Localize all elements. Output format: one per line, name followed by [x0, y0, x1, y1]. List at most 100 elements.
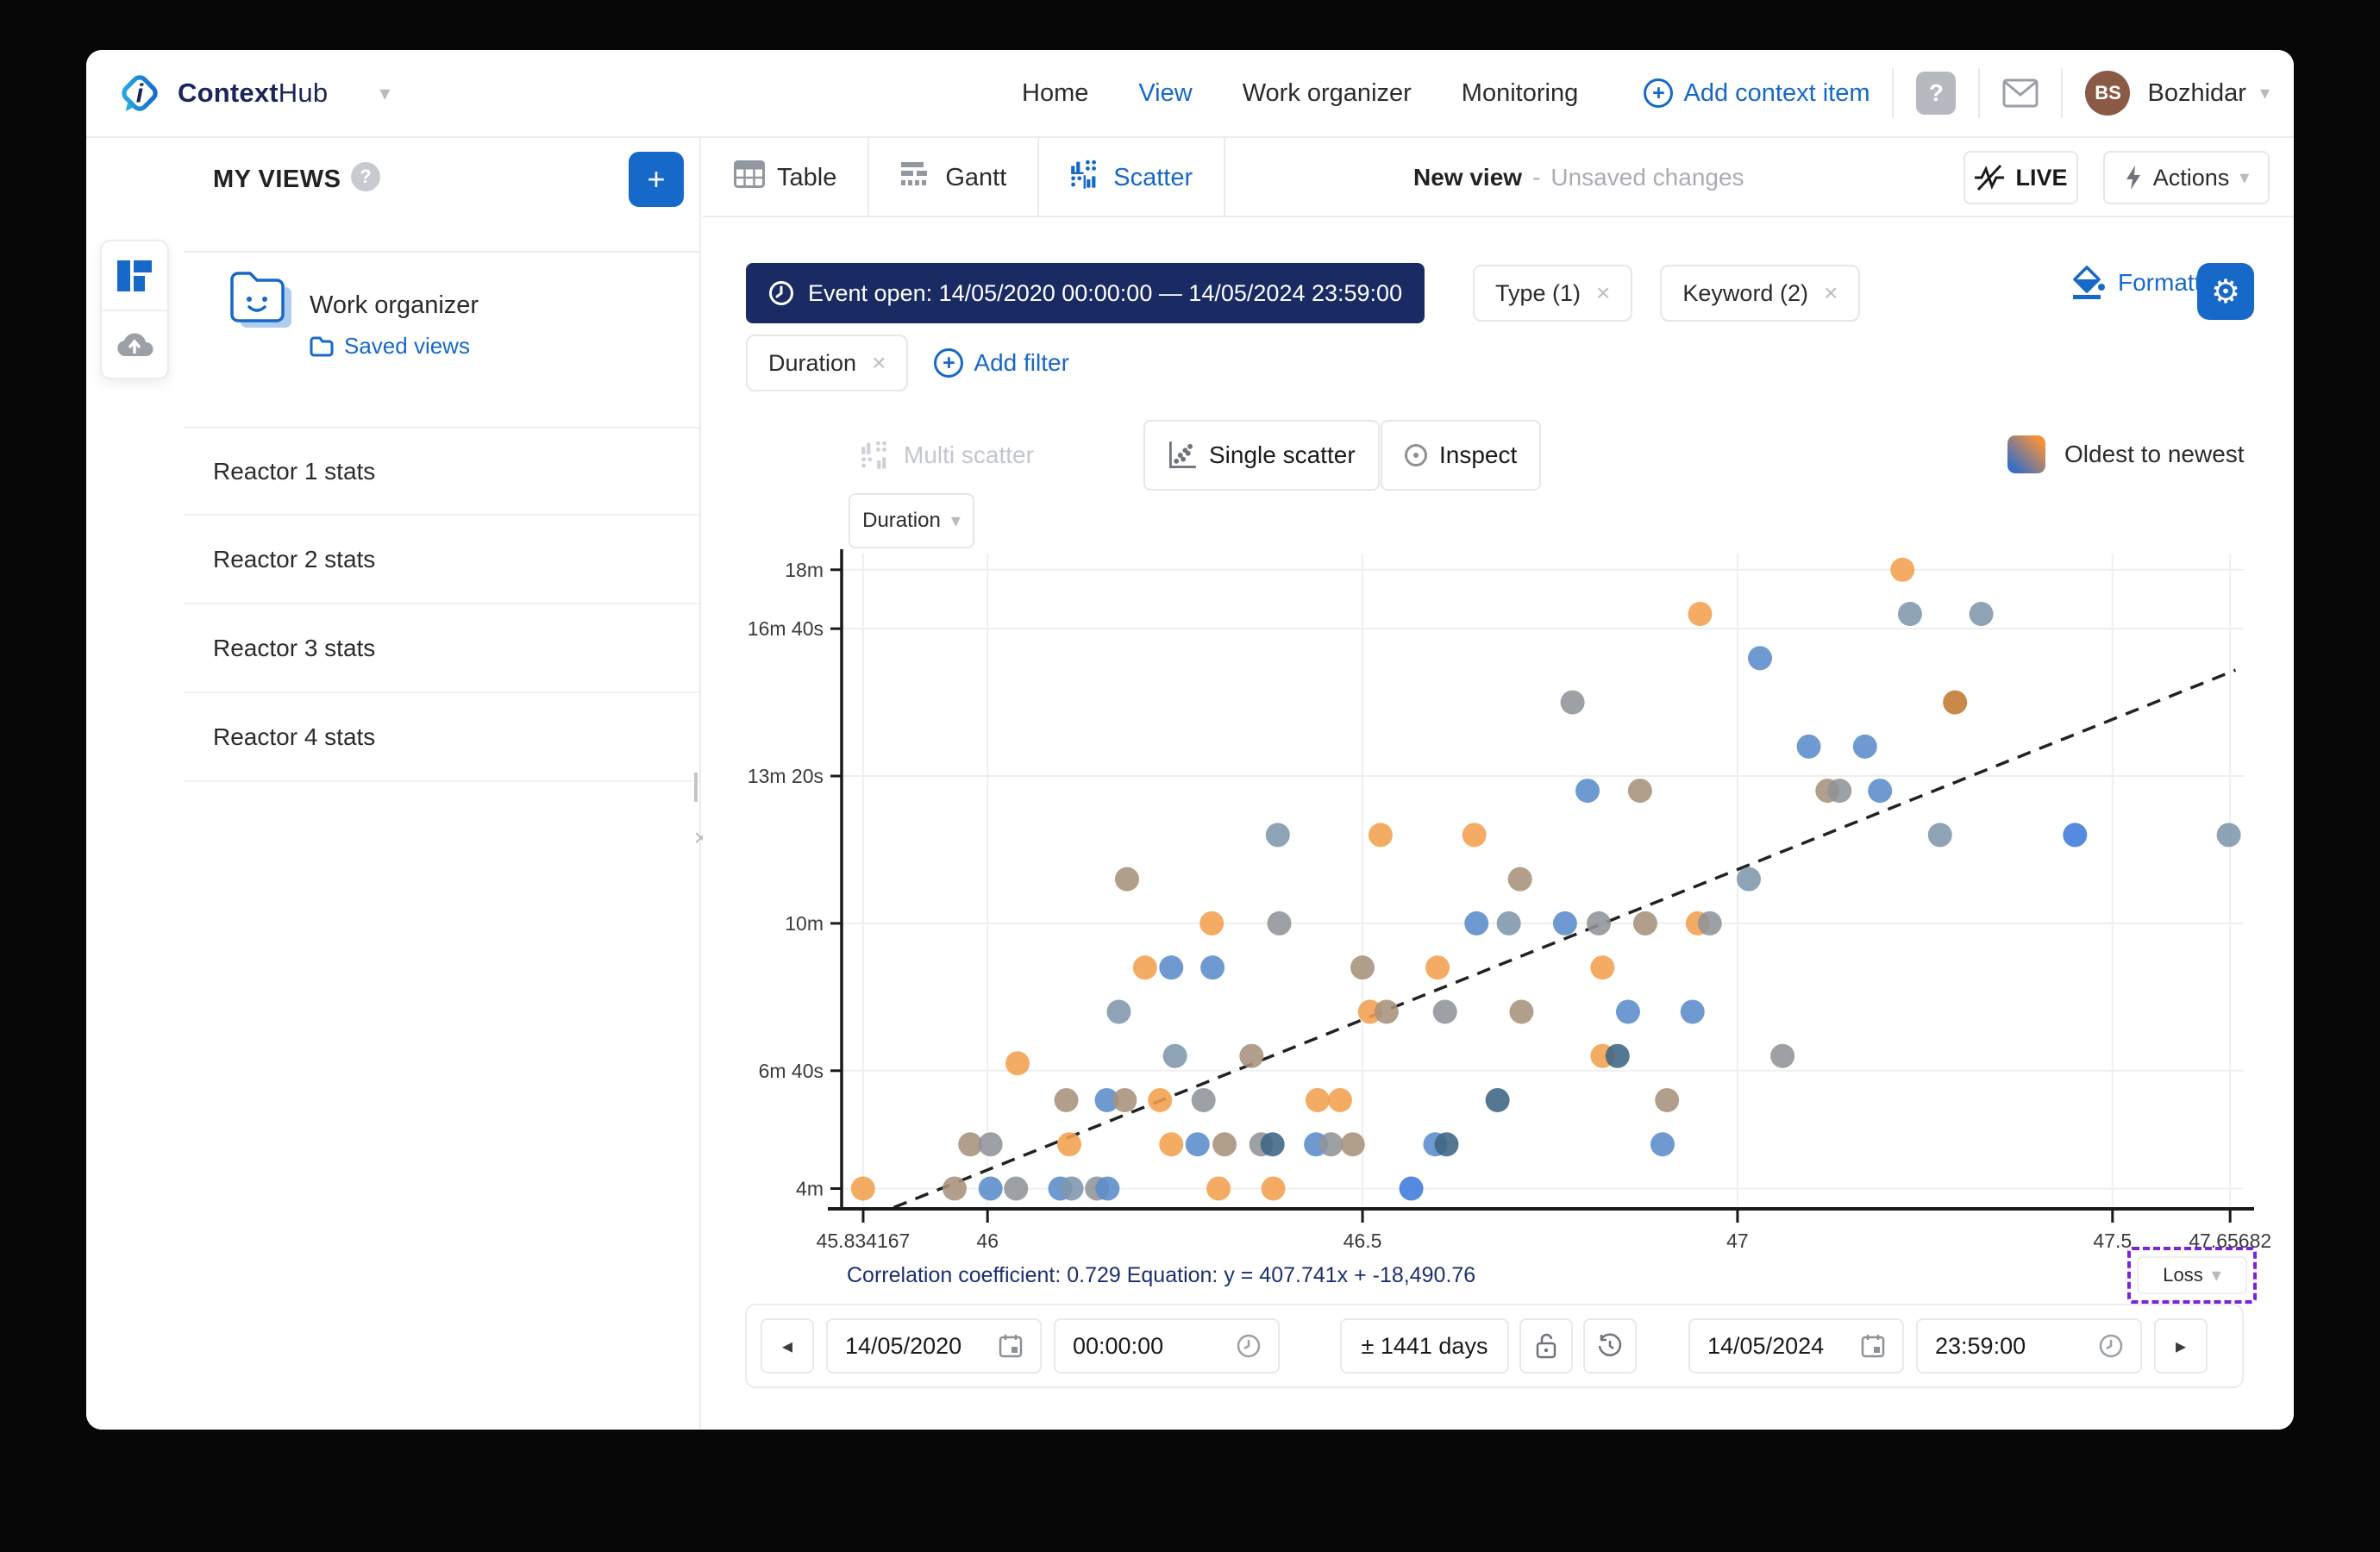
scatter-point[interactable]: [1328, 1088, 1352, 1112]
brand[interactable]: i ContextHub ▾: [116, 50, 390, 136]
scatter-point[interactable]: [1368, 823, 1393, 847]
scatter-point[interactable]: [1200, 955, 1224, 979]
scatter-point[interactable]: [1425, 955, 1450, 979]
scatter-point[interactable]: [1553, 911, 1577, 936]
lock-range-button[interactable]: [1519, 1318, 1573, 1374]
scatter-point[interactable]: [1797, 735, 1821, 759]
scatter-point[interactable]: [943, 1176, 967, 1200]
start-time-field[interactable]: 00:00:00: [1054, 1318, 1280, 1374]
add-view-button[interactable]: +: [629, 152, 684, 207]
scatter-point[interactable]: [1055, 1088, 1079, 1112]
x-axis-selector[interactable]: Loss ▾: [2137, 1256, 2247, 1294]
scatter-point[interactable]: [2217, 823, 2241, 847]
close-icon[interactable]: ×: [1824, 279, 1838, 307]
scatter-point[interactable]: [1433, 999, 1457, 1023]
scatter-point[interactable]: [1095, 1176, 1119, 1200]
scatter-point[interactable]: [1698, 911, 1722, 936]
inspect-button[interactable]: Inspect: [1381, 420, 1541, 491]
scatter-point[interactable]: [1587, 911, 1611, 936]
scatter-point[interactable]: [1628, 779, 1652, 803]
scatter-point[interactable]: [1509, 999, 1533, 1023]
scatter-point[interactable]: [1737, 867, 1761, 892]
scatter-point[interactable]: [1868, 779, 1892, 803]
scatter-point[interactable]: [979, 1132, 1003, 1156]
scatter-point[interactable]: [1853, 735, 1877, 759]
y-axis-selector[interactable]: Duration ▾: [849, 493, 974, 548]
scatter-point[interactable]: [1133, 955, 1157, 979]
brand-chevron-down-icon[interactable]: ▾: [379, 81, 390, 106]
scatter-point[interactable]: [1261, 1132, 1285, 1156]
scatter-point[interactable]: [1898, 602, 1922, 626]
scatter-point[interactable]: [1350, 955, 1375, 979]
tab-scatter[interactable]: Scatter: [1039, 138, 1225, 217]
history-button[interactable]: [1583, 1318, 1637, 1374]
scatter-point[interactable]: [851, 1176, 875, 1200]
scatter-point[interactable]: [1508, 867, 1532, 892]
live-toggle-button[interactable]: LIVE: [1964, 151, 2078, 204]
end-date-field[interactable]: 14/05/2024: [1688, 1318, 1904, 1374]
scatter-point[interactable]: [1319, 1132, 1343, 1156]
scatter-point[interactable]: [1159, 955, 1183, 979]
scatter-point[interactable]: [1590, 955, 1614, 979]
scatter-point[interactable]: [1616, 999, 1640, 1023]
sidebar-view-item[interactable]: Reactor 4 stats: [184, 693, 699, 782]
scatter-point[interactable]: [1186, 1132, 1210, 1156]
scatter-point[interactable]: [1497, 911, 1521, 936]
scatter-point[interactable]: [1650, 1132, 1675, 1156]
mail-icon[interactable]: [2002, 78, 2039, 108]
end-time-field[interactable]: 23:59:00: [1916, 1318, 2142, 1374]
add-filter-button[interactable]: + Add filter: [934, 348, 1069, 378]
prev-range-button[interactable]: ◂: [761, 1318, 814, 1374]
scatter-point[interactable]: [1057, 1132, 1081, 1156]
range-days-field[interactable]: ± 1441 days: [1340, 1318, 1509, 1374]
single-scatter-button[interactable]: Single scatter: [1143, 420, 1380, 491]
scatter-point[interactable]: [1159, 1132, 1183, 1156]
tab-gantt[interactable]: Gantt: [869, 138, 1039, 217]
scatter-point[interactable]: [1400, 1176, 1424, 1200]
sidebar-view-item[interactable]: Reactor 3 stats: [184, 604, 699, 693]
start-date-field[interactable]: 14/05/2020: [826, 1318, 1042, 1374]
nav-item-view[interactable]: View: [1138, 79, 1192, 108]
scatter-point[interactable]: [1970, 602, 1994, 626]
scatter-point[interactable]: [1681, 999, 1705, 1023]
scatter-point[interactable]: [1115, 867, 1139, 892]
scatter-point[interactable]: [1688, 602, 1712, 626]
scatter-point[interactable]: [1655, 1088, 1679, 1112]
event-open-filter-chip[interactable]: Event open: 14/05/2020 00:00:00 — 14/05/…: [746, 263, 1425, 323]
scatter-point[interactable]: [1890, 558, 1914, 582]
actions-button[interactable]: Actions ▾: [2103, 151, 2270, 204]
scatter-point[interactable]: [1748, 646, 1772, 670]
scatter-point[interactable]: [1005, 1051, 1030, 1075]
scatter-point[interactable]: [2063, 823, 2087, 847]
filter-chip-keyword-2-[interactable]: Keyword (2)×: [1660, 265, 1860, 322]
scatter-point[interactable]: [1770, 1044, 1794, 1068]
scatter-point[interactable]: [1606, 1044, 1630, 1068]
scatter-point[interactable]: [1262, 1176, 1286, 1200]
scatter-point[interactable]: [1486, 1088, 1510, 1112]
scatter-point[interactable]: [1206, 1176, 1231, 1200]
scatter-point[interactable]: [1239, 1044, 1263, 1068]
scatter-point[interactable]: [1212, 1132, 1237, 1156]
nav-item-monitoring[interactable]: Monitoring: [1462, 79, 1578, 108]
sidebar-view-item[interactable]: Reactor 1 stats: [184, 427, 699, 516]
filter-chip-type-1-[interactable]: Type (1)×: [1473, 265, 1632, 322]
sidebar-view-item[interactable]: Reactor 2 stats: [184, 516, 699, 604]
close-icon[interactable]: ×: [872, 349, 886, 377]
scatter-point[interactable]: [1633, 911, 1657, 936]
views-panel-button[interactable]: [102, 241, 167, 310]
scatter-point[interactable]: [1163, 1044, 1187, 1068]
close-icon[interactable]: ×: [1596, 279, 1610, 307]
help-circle-icon[interactable]: ?: [351, 162, 380, 191]
scatter-point[interactable]: [1464, 911, 1488, 936]
scatter-point[interactable]: [1192, 1088, 1216, 1112]
chart-settings-button[interactable]: ⚙: [2197, 263, 2254, 320]
scatter-point[interactable]: [1148, 1088, 1172, 1112]
scatter-point[interactable]: [1306, 1088, 1330, 1112]
workspace-card[interactable]: Work organizer Saved views: [184, 259, 699, 427]
scatter-point[interactable]: [1928, 823, 1952, 847]
scatter-point[interactable]: [1462, 823, 1487, 847]
scatter-point[interactable]: [1561, 691, 1585, 715]
tab-table[interactable]: Table: [703, 138, 869, 217]
duration-filter-chip[interactable]: Duration ×: [746, 335, 908, 391]
scatter-point[interactable]: [1060, 1176, 1084, 1200]
